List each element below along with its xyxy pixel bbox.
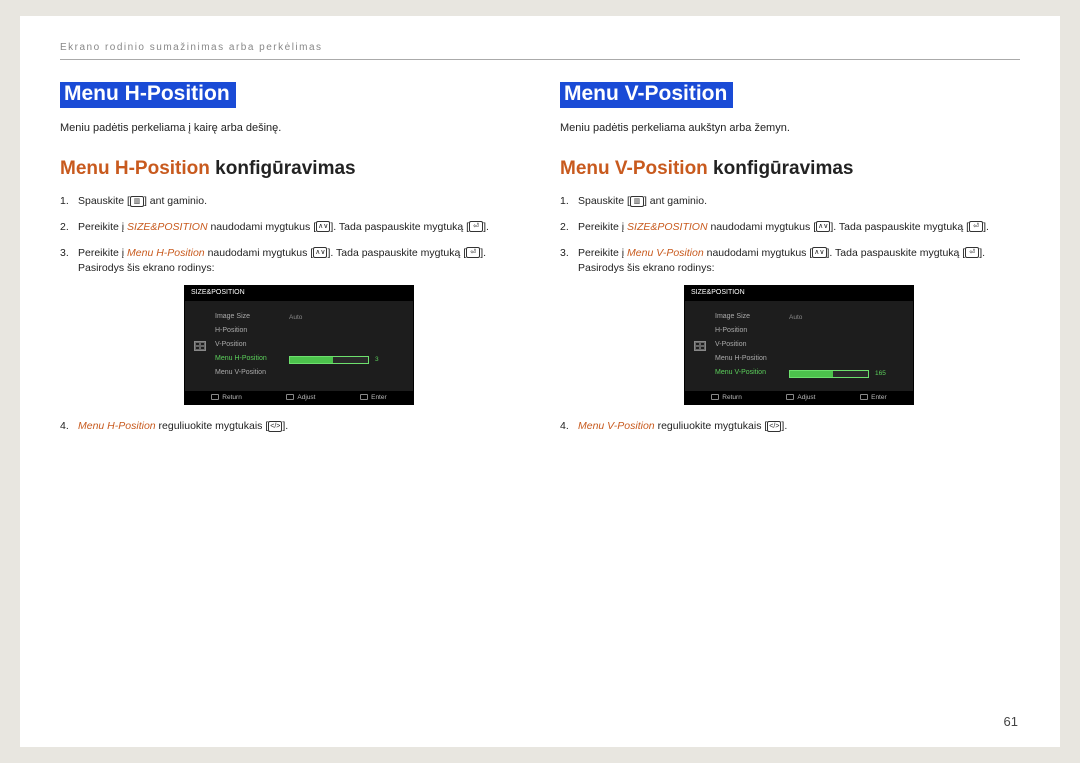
subheading-v: Menu V-Position konfigūravimas [560,158,1020,180]
steps-h: Spauskite [▥] ant gaminio. Pereikite į S… [60,194,520,435]
section-title-h: Menu H-Position [60,82,236,108]
osd-row-selected: Menu H-Position3 [215,353,405,367]
menu-icon: ▥ [130,196,144,207]
subheading-rest: konfigūravimas [210,158,356,179]
subheading-h: Menu H-Position konfigūravimas [60,158,520,180]
steps-v: Spauskite [▥] ant gaminio. Pereikite į S… [560,194,1020,435]
step-1: Spauskite [▥] ant gaminio. [60,194,520,210]
enter-icon: ⏎ [965,247,979,258]
subheading-highlight: Menu V-Position [560,158,708,179]
osd-side-icon [193,341,207,351]
two-column-layout: Menu H-Position Meniu padėtis perkeliama… [60,82,1020,445]
osd-row: V-Position [215,339,405,353]
left-right-icon: </> [767,421,781,432]
return-icon [211,394,219,400]
menu-icon: ▥ [630,196,644,207]
enter-icon: ⏎ [469,221,483,232]
osd-footer: Return Adjust Enter [185,391,413,405]
osd-title: SIZE&POSITION [185,286,413,301]
up-down-icon: ∧∨ [812,247,826,258]
link-size-position: SIZE&POSITION [127,221,208,233]
osd-slider [789,370,869,378]
osd-row: H-Position [715,325,905,339]
link-menu-h: Menu H-Position [127,247,205,259]
step-3: Pereikite į Menu H-Position naudodami my… [60,246,520,406]
step-1: Spauskite [▥] ant gaminio. [560,194,1020,210]
step-4: Menu V-Position reguliuokite mygtukais [… [560,419,1020,435]
enter-icon [360,394,368,400]
link-menu-v: Menu V-Position [578,420,655,432]
section-desc-v: Meniu padėtis perkeliama aukštyn arba že… [560,122,1020,134]
page-header: Ekrano rodinio sumažinimas arba perkėlim… [60,42,1020,60]
up-down-icon: ∧∨ [313,247,327,258]
section-desc-h: Meniu padėtis perkeliama į kairę arba de… [60,122,520,134]
osd-title: SIZE&POSITION [685,286,913,301]
left-right-icon: </> [268,421,282,432]
section-title-v: Menu V-Position [560,82,733,108]
osd-slider [289,356,369,364]
left-column: Menu H-Position Meniu padėtis perkeliama… [60,82,520,445]
adjust-icon [286,394,294,400]
step-3: Pereikite į Menu V-Position naudodami my… [560,246,1020,406]
return-icon [711,394,719,400]
osd-row: Menu H-Position [715,353,905,367]
osd-footer: Return Adjust Enter [685,391,913,405]
osd-row: H-Position [215,325,405,339]
right-column: Menu V-Position Meniu padėtis perkeliama… [560,82,1020,445]
link-size-position: SIZE&POSITION [627,221,708,233]
subheading-highlight: Menu H-Position [60,158,210,179]
osd-row: V-Position [715,339,905,353]
osd-screenshot-h: SIZE&POSITION Image SizeAuto H-Position … [184,285,414,405]
link-menu-h: Menu H-Position [78,420,156,432]
enter-icon: ⏎ [466,247,480,258]
up-down-icon: ∧∨ [816,221,830,232]
subheading-rest: konfigūravimas [708,158,854,179]
osd-row: Image SizeAuto [215,311,405,325]
osd-row-selected: Menu V-Position165 [715,367,905,381]
osd-screenshot-v: SIZE&POSITION Image SizeAuto H-Position … [684,285,914,405]
enter-icon [860,394,868,400]
step-2: Pereikite į SIZE&POSITION naudodami mygt… [560,220,1020,236]
adjust-icon [786,394,794,400]
osd-row: Menu V-Position [215,367,405,381]
osd-row: Image SizeAuto [715,311,905,325]
link-menu-v: Menu V-Position [627,247,704,259]
page-number: 61 [1004,714,1018,729]
step-2: Pereikite į SIZE&POSITION naudodami mygt… [60,220,520,236]
osd-side-icon [693,341,707,351]
enter-icon: ⏎ [969,221,983,232]
up-down-icon: ∧∨ [316,221,330,232]
step-4: Menu H-Position reguliuokite mygtukais [… [60,419,520,435]
manual-page: Ekrano rodinio sumažinimas arba perkėlim… [20,16,1060,747]
